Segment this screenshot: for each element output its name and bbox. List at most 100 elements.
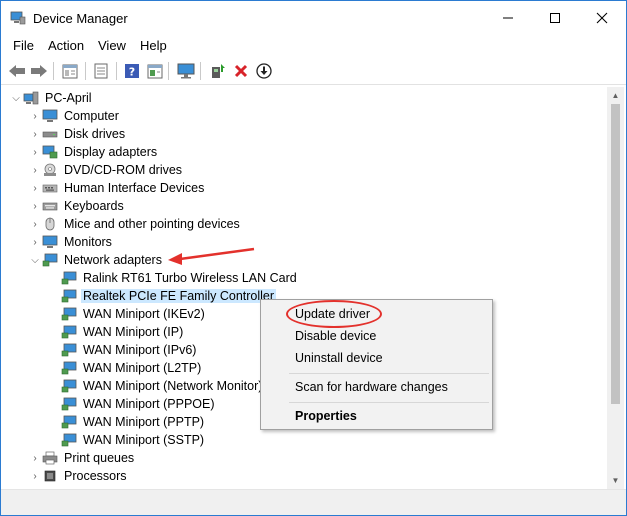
vertical-scrollbar[interactable]: ▲ ▼ [607,87,624,489]
tree-item-processors[interactable]: › Processors [28,467,129,485]
device-item[interactable]: Ralink RT61 Turbo Wireless LAN Card [61,269,299,287]
expand-arrow-icon[interactable]: › [28,215,42,233]
device-item[interactable]: WAN Miniport (IPv6) [61,341,198,359]
menu-item-disable-device[interactable]: Disable device [295,329,376,343]
expand-arrow-icon[interactable]: › [28,125,42,143]
dvd-drive-icon [44,163,56,176]
expand-arrow-icon[interactable]: › [28,233,42,251]
forward-button[interactable] [28,60,50,82]
maximize-button[interactable] [532,1,578,35]
tree-root[interactable]: ⌵ PC-April [9,89,94,107]
device-label: WAN Miniport (SSTP) [83,433,205,447]
category-label: Processors [64,469,127,483]
annotation-arrow-icon [168,247,255,265]
device-item[interactable]: WAN Miniport (IP) [61,323,185,341]
category-label: Network adapters [64,253,162,267]
category-label: Print queues [64,451,135,465]
menu-item-properties[interactable]: Properties [295,409,357,423]
network-adapter-icon [61,325,77,339]
tree-item-disk-drives[interactable]: › Disk drives [28,125,127,143]
back-icon [9,65,25,77]
network-adapter-icon [61,433,77,447]
tree-item-mice[interactable]: › Mice and other pointing devices [28,215,242,233]
device-item[interactable]: WAN Miniport (PPTP) [61,413,206,431]
expand-arrow-icon[interactable]: › [28,449,42,467]
tree-view-icon [62,64,78,78]
device-label: Ralink RT61 Turbo Wireless LAN Card [83,271,297,285]
device-label: WAN Miniport (IPv6) [83,343,197,357]
tree-view-button[interactable] [59,60,81,82]
device-label: WAN Miniport (IKEv2) [83,307,205,321]
category-label: Monitors [64,235,112,249]
network-adapter-icon [61,379,77,393]
window-title: Device Manager [33,11,128,26]
network-adapter-icon [61,271,77,285]
menu-file[interactable]: File [13,38,34,53]
expand-arrow-icon[interactable]: › [28,161,42,179]
menu-help[interactable]: Help [140,38,167,53]
menu-view[interactable]: View [98,38,126,53]
close-icon [596,12,608,24]
category-label: Mice and other pointing devices [64,217,240,231]
device-label: WAN Miniport (PPPOE) [83,397,215,411]
tree-item-computer[interactable]: › Computer [28,107,121,125]
device-item[interactable]: WAN Miniport (PPPOE) [61,395,217,413]
tree-item-dvd-cd-rom[interactable]: › DVD/CD-ROM drives [28,161,184,179]
device-manager-icon [10,11,26,25]
expand-arrow-icon[interactable]: › [28,197,42,215]
minimize-button[interactable] [485,1,531,35]
device-item[interactable]: WAN Miniport (SSTP) [61,431,206,449]
scroll-up-icon[interactable]: ▲ [607,87,624,104]
device-item[interactable]: WAN Miniport (L2TP) [61,359,203,377]
network-adapter-icon [61,361,77,375]
device-item[interactable]: WAN Miniport (Network Monitor) [61,377,264,395]
details-icon [147,64,163,78]
tree-item-keyboards[interactable]: › Keyboards [28,197,126,215]
printer-icon [42,451,58,465]
tree-item-monitors[interactable]: › Monitors [28,233,114,251]
properties-button[interactable] [90,60,112,82]
tree-item-display-adapters[interactable]: › Display adapters [28,143,159,161]
processor-icon [44,470,56,482]
update-driver-icon [212,64,225,78]
network-adapter-icon [61,343,77,357]
scroll-down-icon[interactable]: ▼ [607,472,624,489]
expand-arrow-icon[interactable]: › [28,143,42,161]
network-adapter-icon [61,307,77,321]
device-label: WAN Miniport (IP) [83,325,184,339]
tree-item-human-interface-devices[interactable]: › Human Interface Devices [28,179,206,197]
computer-icon [23,91,39,105]
update-driver-button[interactable] [207,60,229,82]
device-item-selected[interactable]: Realtek PCIe FE Family Controller [61,287,277,305]
network-adapter-icon [61,289,77,303]
toolbar-separator [85,62,86,80]
category-label: Human Interface Devices [64,181,205,195]
tree-item-network-adapters[interactable]: ⌵ Network adapters [28,251,164,269]
scan-hardware-button[interactable] [175,60,197,82]
device-label: Realtek PCIe FE Family Controller [81,289,277,303]
menu-item-scan-hardware[interactable]: Scan for hardware changes [295,380,448,394]
expand-arrow-icon[interactable]: › [28,467,42,485]
back-button[interactable] [6,60,28,82]
expand-arrow-icon[interactable]: › [28,179,42,197]
help-icon: ? [125,64,139,79]
toolbar-separator [53,62,54,80]
title-bar: Device Manager [1,1,626,35]
help-button[interactable]: ? [121,60,143,82]
maximize-icon [550,13,560,23]
close-button[interactable] [579,1,625,35]
expand-arrow-icon[interactable]: › [28,107,42,125]
scrollbar-thumb[interactable] [611,104,620,404]
device-label: WAN Miniport (L2TP) [83,361,202,375]
tree-item-print-queues[interactable]: › Print queues [28,449,136,467]
collapse-arrow-icon[interactable]: ⌵ [28,251,42,269]
category-label: Computer [64,109,119,123]
menu-action[interactable]: Action [48,38,84,53]
menu-item-uninstall-device[interactable]: Uninstall device [295,351,383,365]
collapse-arrow-icon[interactable]: ⌵ [9,89,23,107]
hid-icon [42,184,58,193]
rollback-button[interactable] [253,60,275,82]
device-item[interactable]: WAN Miniport (IKEv2) [61,305,207,323]
details-button[interactable] [144,60,166,82]
uninstall-button[interactable] [230,60,252,82]
